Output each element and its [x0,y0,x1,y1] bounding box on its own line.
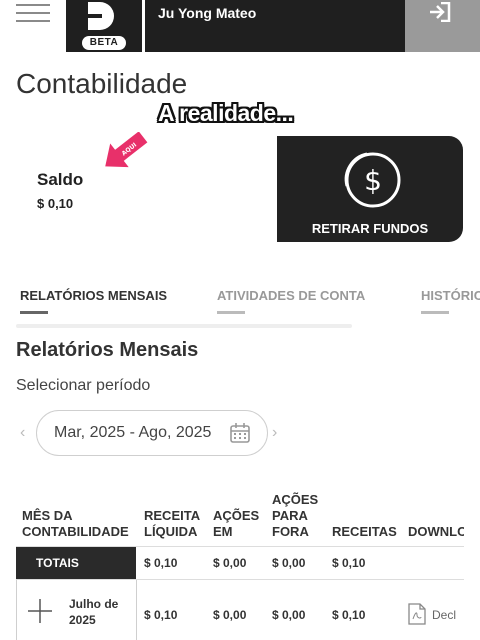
column-header-receipts: RECEITAS [332,524,397,539]
tab-label: HISTÓRIC [421,288,480,303]
monthly-reports-table: MÊS DA CONTABILIDADE RECEITA LÍQUIDA AÇÕ… [16,490,464,640]
overlay-caption: A realidade... [158,100,294,126]
column-header-shares-in: AÇÕES EM [213,508,260,539]
expand-plus-icon[interactable] [27,598,53,624]
row-month-label: Julho de 2025 [69,597,119,627]
column-header-net-revenue: RECEITA LÍQUIDA [144,508,200,539]
calendar-icon [230,423,250,443]
pink-arrow-icon: AQUI [105,132,148,168]
app-logo[interactable]: BETA [66,0,142,52]
logo-icon [88,2,114,30]
page-title: Contabilidade [16,68,188,99]
column-header-month: MÊS DA CONTABILIDADE [22,508,129,539]
dollar-coin-icon: $ [344,152,401,208]
chevron-right-icon[interactable]: › [272,424,277,442]
period-picker[interactable]: Mar, 2025 - Ago, 2025 [36,410,268,456]
svg-text:$: $ [364,164,382,197]
chevron-left-icon[interactable]: ‹ [20,424,25,442]
totals-shares-out: $ 0,00 [272,556,306,570]
tab-history[interactable]: HISTÓRIC [421,288,480,314]
row-shares-in: $ 0,00 [213,608,247,622]
logout-button[interactable] [405,0,480,52]
tab-account-activity[interactable]: ATIVIDADES DE CONTA [217,288,366,314]
column-header-shares-out: AÇÕES PARA FORA [272,492,319,539]
withdraw-funds-button[interactable]: $ RETIRAR FUNDOS [277,136,463,242]
period-label: Selecionar período [16,377,151,394]
period-selector: ‹ Mar, 2025 - Ago, 2025 › [16,410,286,456]
pdf-file-icon[interactable] [408,603,426,625]
row-receipts: $ 0,10 [332,608,366,622]
row-shares-out: $ 0,00 [272,608,306,622]
totals-receipts: $ 0,10 [332,556,366,570]
totals-shares-in: $ 0,00 [213,556,247,570]
section-title: Relatórios Mensais [16,339,199,361]
beta-badge: BETA [82,36,126,50]
balance-value: $ 0,10 [37,196,74,211]
tab-label: RELATÓRIOS MENSAIS [20,288,168,303]
column-header-download: DOWNLO [408,524,464,539]
sign-in-icon [430,2,451,22]
tab-scroll-track[interactable] [16,324,352,328]
row-net-revenue: $ 0,10 [144,608,178,622]
user-name: Ju Yong Mateo [158,5,257,21]
period-value: Mar, 2025 - Ago, 2025 [54,424,212,441]
tab-label: ATIVIDADES DE CONTA [217,288,366,303]
totals-label: TOTAIS [16,547,136,579]
user-bar: Ju Yong Mateo [145,0,405,52]
totals-net-revenue: $ 0,10 [144,556,178,570]
hamburger-menu-icon[interactable] [16,4,50,24]
top-bar: BETA Ju Yong Mateo [0,0,480,52]
table-row-month: Julho de 2025 [16,580,137,640]
withdraw-funds-label: RETIRAR FUNDOS [311,221,429,236]
account-tabs: RELATÓRIOS MENSAIS ATIVIDADES DE CONTA H… [0,280,480,330]
download-declaration-link[interactable]: Decl [432,608,456,622]
tab-monthly-reports[interactable]: RELATÓRIOS MENSAIS [20,288,168,314]
balance-label: Saldo [37,170,84,189]
